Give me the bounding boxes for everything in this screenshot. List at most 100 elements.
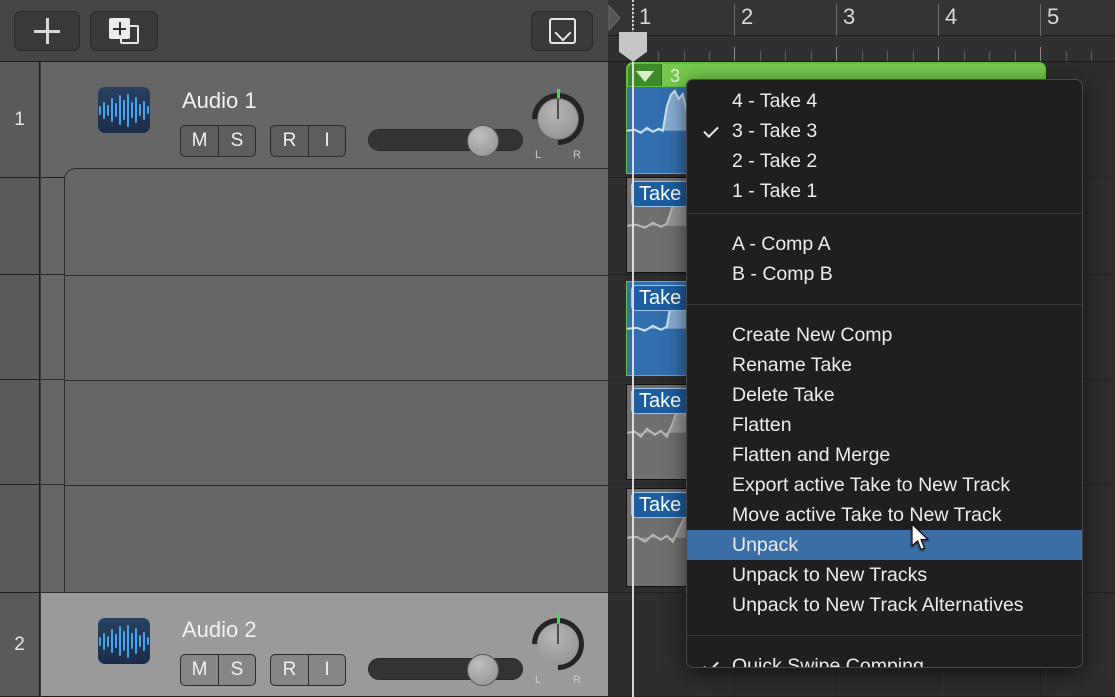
volume-slider-1[interactable] [368, 125, 523, 157]
menu-item-take-2[interactable]: 2 - Take 2 [687, 146, 1082, 176]
bar-ruler[interactable]: 1 2 3 4 5 [608, 0, 1115, 36]
take-lane-header-3[interactable] [64, 380, 608, 485]
solo-button-1[interactable]: S [218, 126, 255, 156]
take-lane-label-3[interactable]: Take [631, 285, 690, 311]
track-name-2[interactable]: Audio 2 [182, 617, 257, 643]
collapse-tracks-button[interactable] [531, 11, 593, 51]
menu-label: Delete Take [732, 383, 835, 406]
bar-label-5: 5 [1047, 4, 1060, 29]
ruler-subdivision-strip[interactable] [608, 36, 1115, 62]
menu-label: Move active Take to New Track [732, 503, 1002, 526]
menu-separator-2 [687, 304, 1082, 305]
take-lane-label-4[interactable]: Take [631, 388, 690, 414]
take-lane-header-4[interactable] [64, 485, 608, 593]
playhead-line [632, 62, 634, 697]
bar-label-4: 4 [945, 4, 958, 29]
bar-label-2: 2 [741, 4, 754, 29]
menu-separator-1 [687, 213, 1082, 214]
menu-label: Flatten [732, 413, 792, 436]
bar-label-1: 1 [639, 4, 652, 29]
menu-item-take-4[interactable]: 4 - Take 4 [687, 86, 1082, 116]
track-controls-2: M S R I [180, 654, 346, 686]
menu-label: Create New Comp [732, 323, 893, 346]
track-controls-1: M S R I [180, 125, 346, 157]
menu-item-take-3[interactable]: 3 - Take 3 [687, 116, 1082, 146]
take-lane-label-5[interactable]: Take [631, 492, 690, 518]
active-take-number: 3 [670, 65, 681, 86]
lane-gutter-1 [0, 178, 40, 275]
track-toolbar [0, 0, 608, 62]
track-header-2[interactable]: Audio 2 M S R I L R [41, 593, 608, 697]
track-number-1: 1 [0, 62, 40, 178]
menu-label: Unpack to New Track Alternatives [732, 593, 1024, 616]
mouse-pointer-icon [911, 523, 929, 551]
pan-right-label: R [573, 149, 581, 161]
menu-item-export-active-take-to-new-track[interactable]: Export active Take to New Track [687, 470, 1082, 500]
triangle-down-icon [635, 70, 654, 82]
checkmark-icon [703, 657, 719, 667]
bar-label-3: 3 [843, 4, 856, 29]
menu-item-flatten-and-merge[interactable]: Flatten and Merge [687, 440, 1082, 470]
menu-label: Export active Take to New Track [732, 473, 1011, 496]
menu-item-unpack-to-new-track-alternatives[interactable]: Unpack to New Track Alternatives [687, 590, 1082, 620]
menu-label: Quick Swipe Comping [732, 654, 924, 668]
solo-button-2[interactable]: S [218, 655, 255, 685]
track-name-1[interactable]: Audio 1 [182, 88, 257, 114]
menu-item-flatten[interactable]: Flatten [687, 410, 1082, 440]
pan-right-label-2: R [573, 674, 581, 686]
menu-item-unpack-to-new-tracks[interactable]: Unpack to New Tracks [687, 560, 1082, 590]
menu-separator-3 [687, 635, 1082, 636]
checkmark-icon [703, 122, 719, 138]
lane-gutter-2 [0, 275, 40, 380]
plus-icon [34, 18, 60, 44]
menu-label: 2 - Take 2 [732, 149, 818, 172]
cycle-bracket-icon [608, 5, 621, 31]
menu-label: B - Comp B [732, 262, 833, 285]
chevron-down-box-icon [548, 18, 576, 44]
audio-waveform-icon [98, 87, 150, 133]
add-duplicate-track-icon [109, 18, 139, 44]
take-lane-label-2[interactable]: Take [631, 181, 690, 207]
menu-item-rename-take[interactable]: Rename Take [687, 350, 1082, 380]
mute-button-1[interactable]: M [181, 126, 218, 156]
pan-knob-1[interactable]: L R [521, 82, 595, 161]
menu-item-delete-take[interactable]: Delete Take [687, 380, 1082, 410]
mute-button-2[interactable]: M [181, 655, 218, 685]
menu-label: 1 - Take 1 [732, 179, 818, 202]
menu-item-unpack[interactable]: Unpack [687, 530, 1082, 560]
take-lane-header-2[interactable] [64, 275, 608, 380]
input-monitor-button-1[interactable]: I [308, 126, 345, 156]
take-lane-header-1[interactable] [64, 168, 608, 275]
add-track-button[interactable] [14, 11, 80, 51]
menu-item-comp-a[interactable]: A - Comp A [687, 229, 1082, 259]
menu-item-comp-b[interactable]: B - Comp B [687, 259, 1082, 289]
pan-left-label: L [535, 149, 542, 161]
lane-gutter-4 [0, 485, 40, 593]
menu-label: A - Comp A [732, 232, 831, 255]
menu-item-quick-swipe-comping[interactable]: Quick Swipe Comping [687, 651, 1082, 668]
record-enable-button-1[interactable]: R [271, 126, 308, 156]
track-headers-panel: 1 Audio 1 M S R I L R 2 Audio 2 M S R I … [0, 0, 608, 697]
menu-label: 3 - Take 3 [732, 119, 818, 142]
menu-item-create-new-comp[interactable]: Create New Comp [687, 320, 1082, 350]
volume-slider-2[interactable] [368, 654, 523, 686]
playhead-ruler-line [632, 0, 634, 36]
record-enable-button-2[interactable]: R [271, 655, 308, 685]
menu-label: Unpack to New Tracks [732, 563, 928, 586]
menu-label: Rename Take [732, 353, 852, 376]
menu-item-take-1[interactable]: 1 - Take 1 [687, 176, 1082, 206]
menu-label: 4 - Take 4 [732, 89, 818, 112]
take-folder-context-menu[interactable]: 4 - Take 4 3 - Take 3 2 - Take 2 1 - Tak… [686, 79, 1083, 668]
menu-item-move-active-take-to-new-track[interactable]: Move active Take to New Track [687, 500, 1082, 530]
input-monitor-button-2[interactable]: I [308, 655, 345, 685]
menu-label: Flatten and Merge [732, 443, 891, 466]
lane-gutter-3 [0, 380, 40, 485]
pan-left-label-2: L [535, 674, 542, 686]
track-number-2: 2 [0, 593, 40, 697]
add-duplicate-track-button[interactable] [90, 11, 158, 51]
logic-pro-take-folder-screen: 1 Audio 1 M S R I L R 2 Audio 2 M S R I … [0, 0, 1115, 697]
pan-knob-2[interactable]: L R [521, 607, 595, 686]
menu-label: Unpack [732, 533, 799, 556]
track-header-1[interactable]: Audio 1 M S R I L R [41, 62, 608, 178]
audio-waveform-icon-2 [98, 618, 150, 664]
